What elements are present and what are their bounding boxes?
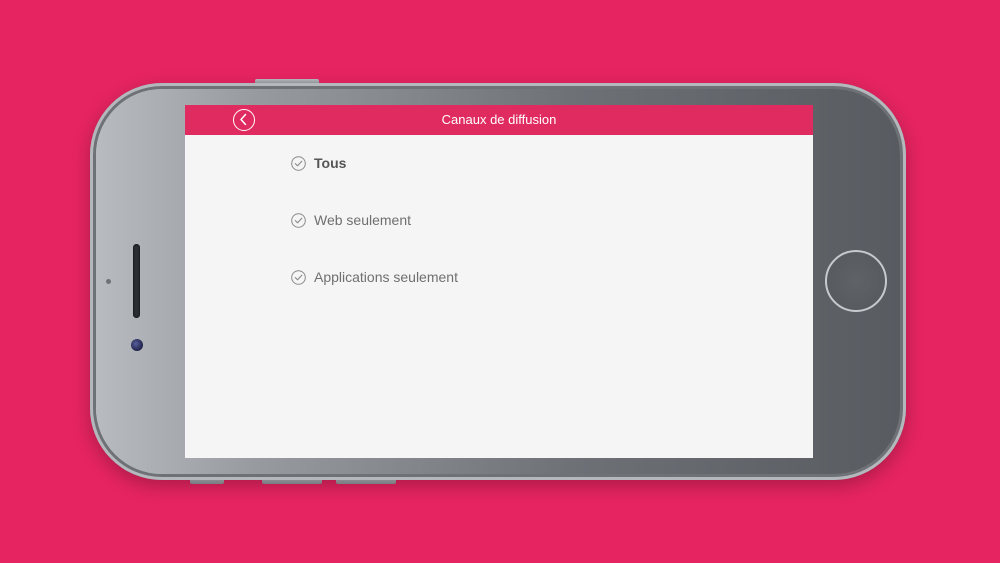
background: Canaux de diffusion Tous Web seulement A… — [0, 0, 1000, 563]
option-applications-seulement[interactable]: Applications seulement — [291, 265, 458, 289]
check-circle-icon — [291, 155, 306, 171]
app-screen: Canaux de diffusion Tous Web seulement A… — [185, 105, 813, 458]
option-label: Applications seulement — [314, 269, 458, 285]
page-title: Canaux de diffusion — [441, 112, 557, 127]
home-button[interactable] — [825, 250, 887, 312]
option-label: Web seulement — [314, 212, 412, 228]
option-label: Tous — [314, 155, 347, 171]
check-circle-icon — [291, 269, 306, 285]
proximity-sensor — [106, 279, 111, 284]
navigation-bar: Canaux de diffusion — [185, 105, 813, 135]
option-tous[interactable]: Tous — [291, 151, 346, 175]
option-web-seulement[interactable]: Web seulement — [291, 208, 411, 232]
front-camera — [131, 339, 143, 351]
earpiece-speaker — [133, 244, 140, 318]
check-circle-icon — [291, 212, 306, 228]
